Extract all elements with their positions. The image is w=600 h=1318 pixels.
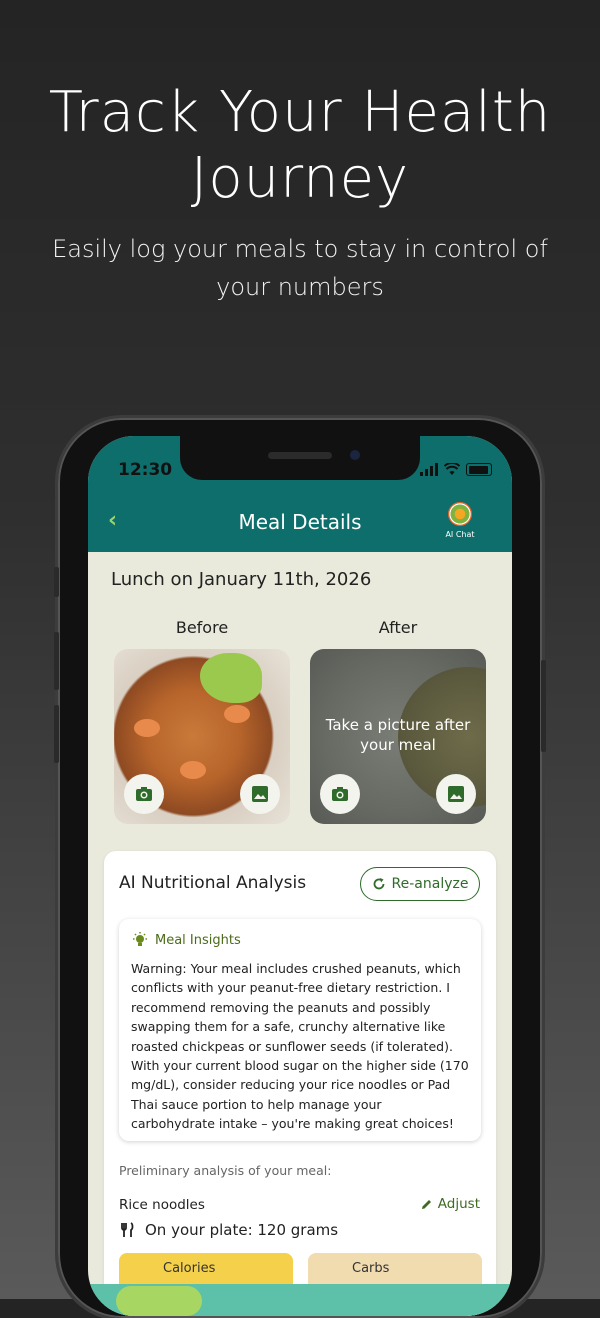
phone-volume-up [54, 632, 59, 690]
battery-icon [466, 463, 492, 476]
reanalyze-label: Re-analyze [391, 876, 469, 892]
phone-power-button [541, 660, 546, 752]
analysis-title: AI Nutritional Analysis [119, 873, 307, 893]
gallery-icon [252, 786, 268, 802]
status-time: 12:30 [118, 460, 173, 480]
wifi-icon [444, 463, 460, 475]
ai-chat-button[interactable]: AI Chat [440, 502, 480, 539]
phone-screen: 12:30 ‹ Meal Details AI Chat Lunch on Ja… [88, 436, 512, 1316]
refresh-icon [373, 878, 384, 890]
phone-mute-switch [54, 567, 59, 597]
after-meal-photo[interactable]: Take a picture after your meal [310, 649, 486, 824]
insights-header: Meal Insights [131, 931, 241, 949]
ai-chat-logo-icon [448, 502, 472, 526]
before-meal-photo[interactable] [114, 649, 290, 824]
pencil-icon [421, 1199, 431, 1209]
hero-title: Track Your Health Journey [48, 80, 552, 211]
before-label: Before [175, 618, 229, 637]
meal-insights-box: Meal Insights Warning: Your meal include… [119, 919, 481, 1141]
lightbulb-icon [133, 932, 147, 946]
adjust-button[interactable]: Adjust [420, 1196, 480, 1212]
camera-icon [136, 787, 152, 801]
preliminary-label: Preliminary analysis of your meal: [119, 1163, 332, 1178]
after-photo-placeholder: Take a picture after your meal [325, 716, 471, 754]
phone-volume-down [54, 705, 59, 763]
insights-text: Warning: Your meal includes crushed pean… [131, 961, 469, 1132]
signal-icon [420, 463, 438, 476]
camera-icon [332, 787, 348, 801]
plate-text: On your plate: 120 grams [145, 1221, 339, 1239]
fork-knife-icon [121, 1222, 134, 1237]
calories-label: Calories [163, 1261, 216, 1276]
food-item-name: Rice noodles [119, 1197, 205, 1213]
plate-amount: On your plate: 120 grams [119, 1221, 338, 1239]
after-label: After [378, 618, 418, 637]
camera-button-after[interactable] [320, 774, 360, 814]
tab-active-pill[interactable] [116, 1286, 202, 1316]
reanalyze-button[interactable]: Re-analyze [360, 867, 480, 901]
status-icons [420, 462, 492, 476]
bottom-tab-bar [88, 1284, 512, 1316]
nutrition-analysis-card: AI Nutritional Analysis Re-analyze Meal … [104, 851, 496, 1316]
lime-wedge [200, 653, 262, 703]
gallery-button-before[interactable] [240, 774, 280, 814]
header-bar: 12:30 ‹ Meal Details AI Chat [88, 436, 512, 552]
insights-title: Meal Insights [155, 932, 241, 948]
gallery-button-after[interactable] [436, 774, 476, 814]
phone-notch [180, 436, 420, 480]
gallery-icon [448, 786, 464, 802]
hero-subtitle: Easily log your meals to stay in control… [52, 235, 548, 301]
adjust-label: Adjust [437, 1196, 480, 1212]
meal-date-title: Lunch on January 11th, 2026 [111, 569, 372, 590]
camera-button-before[interactable] [124, 774, 164, 814]
carbs-label: Carbs [352, 1261, 390, 1276]
ai-chat-label: AI Chat [445, 530, 475, 539]
